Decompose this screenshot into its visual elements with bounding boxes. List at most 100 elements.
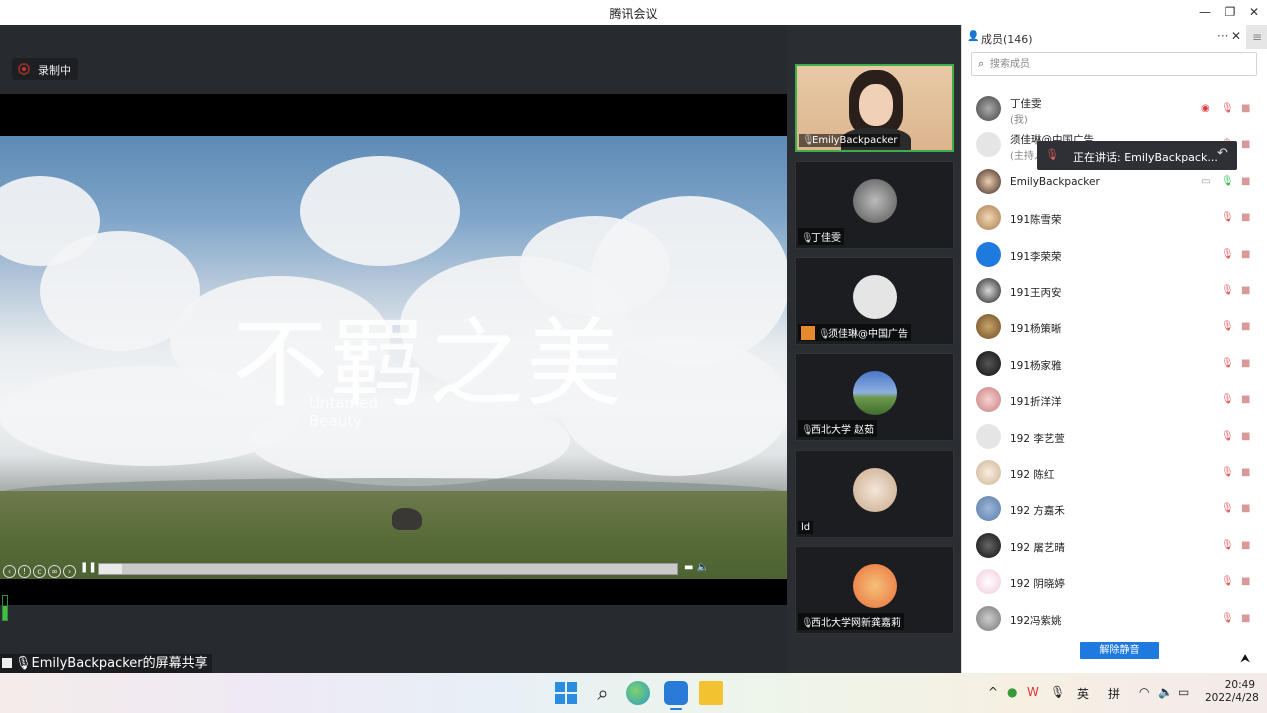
- camera-off-icon[interactable]: ■: [1241, 248, 1250, 262]
- yak-figure: [392, 508, 422, 530]
- microphone-muted-icon[interactable]: 🎙: [1221, 284, 1234, 298]
- member-name: 192 陈红: [1010, 469, 1055, 481]
- microphone-muted-icon[interactable]: 🎙: [1221, 357, 1234, 371]
- member-status-icons: 🎙 ■: [1201, 612, 1257, 626]
- list-item[interactable]: 191折洋洋 🎙 ■: [962, 382, 1267, 418]
- volume-icon[interactable]: 🔈: [697, 562, 709, 573]
- system-clock[interactable]: 20:49 2022/4/28: [1205, 679, 1259, 705]
- player-controls: ‹ ! c ∞ › ❚❚ ▬ 🔈: [0, 559, 787, 579]
- comment-icon[interactable]: ▬: [684, 562, 693, 573]
- warning-icon[interactable]: !: [18, 565, 31, 578]
- ellipsis-icon[interactable]: ···: [1217, 29, 1228, 43]
- thumbnail-tile[interactable]: 🎙西北大学网新龚嘉莉: [795, 546, 954, 634]
- microphone-muted-icon: 🎙: [1045, 148, 1059, 161]
- ime-pinyin[interactable]: 拼: [1108, 685, 1120, 702]
- microphone-muted-icon[interactable]: 🎙: [1221, 502, 1234, 516]
- list-item[interactable]: 192 陈红 🎙 ■: [962, 455, 1267, 491]
- title-bar: 腾讯会议 — ❐ ✕: [0, 0, 1267, 25]
- menu-icon[interactable]: ≡: [1246, 25, 1267, 49]
- camera-off-icon[interactable]: ■: [1241, 138, 1250, 152]
- close-icon[interactable]: ✕: [1231, 29, 1241, 43]
- shared-video[interactable]: 不羁之美 Untamed Beauty: [0, 136, 787, 579]
- microphone-muted-icon[interactable]: 🎙: [1221, 248, 1234, 262]
- windows-start-icon[interactable]: [554, 681, 578, 705]
- recording-indicator[interactable]: 录制中: [12, 58, 78, 80]
- camera-off-icon[interactable]: ■: [1241, 284, 1250, 298]
- microphone-muted-icon[interactable]: 🎙: [1221, 393, 1234, 407]
- member-name: 丁佳雯: [1010, 98, 1042, 110]
- camera-off-icon[interactable]: ■: [1241, 539, 1250, 553]
- member-search[interactable]: ⌕: [971, 52, 1257, 76]
- avatar: [853, 564, 897, 608]
- avatar: [976, 387, 1001, 412]
- camera-off-icon[interactable]: ■: [1241, 393, 1250, 407]
- reply-icon[interactable]: ↶: [1217, 146, 1228, 161]
- file-explorer-icon[interactable]: [699, 681, 723, 705]
- camera-off-icon[interactable]: ■: [1241, 211, 1250, 225]
- microphone-muted-icon[interactable]: 🎙: [1221, 612, 1234, 626]
- list-item[interactable]: 丁佳雯 (我) ◉ 🎙 ■: [962, 91, 1267, 127]
- thumbnail-tile[interactable]: 🎙须佳琳@中国广告: [795, 257, 954, 345]
- caption-icon[interactable]: c: [33, 565, 46, 578]
- tencent-meeting-icon[interactable]: [664, 681, 688, 710]
- ime-english[interactable]: 英: [1077, 685, 1089, 702]
- search-icon[interactable]: ⌕: [591, 681, 615, 705]
- rewind-icon[interactable]: ‹: [3, 565, 16, 578]
- microphone-muted-icon[interactable]: 🎙: [1221, 430, 1234, 444]
- loop-icon[interactable]: ∞: [48, 565, 61, 578]
- audio-level-meter: [2, 595, 8, 621]
- thumbnail-tile[interactable]: ld: [795, 450, 954, 538]
- wps-icon[interactable]: W: [1027, 685, 1039, 699]
- list-item[interactable]: 192 屠艺晴 🎙 ■: [962, 528, 1267, 564]
- camera-off-icon[interactable]: ■: [1241, 175, 1250, 189]
- member-name: 191杨策晰: [1010, 323, 1062, 335]
- record-icon: ◉: [1201, 103, 1210, 114]
- list-item[interactable]: 191陈雪荣 🎙 ■: [962, 200, 1267, 236]
- video-progress-bar[interactable]: [98, 563, 678, 575]
- unmute-all-button[interactable]: 解除静音: [1080, 642, 1159, 659]
- forward-icon[interactable]: ›: [63, 565, 76, 578]
- camera-off-icon[interactable]: ■: [1241, 466, 1250, 480]
- list-item[interactable]: 191杨家雅 🎙 ■: [962, 346, 1267, 382]
- microphone-muted-icon[interactable]: 🎙: [1221, 575, 1234, 589]
- member-name: 191陈雪荣: [1010, 214, 1062, 226]
- list-item[interactable]: 192 李艺萱 🎙 ■: [962, 419, 1267, 455]
- camera-off-icon[interactable]: ■: [1241, 502, 1250, 516]
- list-item[interactable]: 192冯紫姚 🎙 ■: [962, 601, 1267, 637]
- microphone-icon[interactable]: 🎙: [1221, 175, 1234, 189]
- chevron-up-icon[interactable]: ^: [988, 685, 998, 699]
- search-input[interactable]: [990, 56, 1250, 72]
- minimize-button[interactable]: —: [1196, 4, 1214, 20]
- microphone-muted-icon: 🎙: [801, 618, 814, 629]
- battery-icon[interactable]: ▭: [1178, 685, 1189, 699]
- list-item[interactable]: 191杨策晰 🎙 ■: [962, 309, 1267, 345]
- close-window-button[interactable]: ✕: [1245, 4, 1263, 20]
- camera-off-icon[interactable]: ■: [1241, 357, 1250, 371]
- browser-icon[interactable]: [626, 681, 650, 705]
- microphone-muted-icon[interactable]: 🎙: [1221, 539, 1234, 553]
- camera-off-icon[interactable]: ■: [1241, 102, 1250, 116]
- microphone-muted-icon[interactable]: 🎙: [1221, 211, 1234, 225]
- camera-off-icon[interactable]: ■: [1241, 612, 1250, 626]
- microphone-muted-icon[interactable]: 🎙: [1221, 102, 1234, 116]
- member-name: EmilyBackpacker: [1010, 176, 1100, 188]
- thumbnail-tile[interactable]: 🎙西北大学 赵茹: [795, 353, 954, 441]
- restore-button[interactable]: ❐: [1221, 4, 1239, 20]
- list-item[interactable]: 191李荣荣 🎙 ■: [962, 237, 1267, 273]
- list-item[interactable]: 192 方嘉禾 🎙 ■: [962, 491, 1267, 527]
- thumbnail-tile[interactable]: 🎙丁佳雯: [795, 161, 954, 249]
- wifi-icon[interactable]: ◠: [1139, 685, 1149, 699]
- shared-screen-area: 录制中 不羁之美 Untamed Beauty ‹ ! c ∞ › ❚❚ ▬ 🔈: [0, 25, 787, 673]
- camera-off-icon[interactable]: ■: [1241, 430, 1250, 444]
- list-item[interactable]: 191王丙安 🎙 ■: [962, 273, 1267, 309]
- microphone-muted-icon[interactable]: 🎙: [1221, 466, 1234, 480]
- volume-icon[interactable]: 🔈: [1158, 685, 1173, 699]
- thumbnail-tile[interactable]: 🎙EmilyBackpacker: [795, 64, 954, 152]
- microphone-muted-icon[interactable]: 🎙: [1221, 320, 1234, 334]
- list-item[interactable]: 192 阴晓婷 🎙 ■: [962, 564, 1267, 600]
- camera-off-icon[interactable]: ■: [1241, 575, 1250, 589]
- microphone-icon[interactable]: 🎙: [1050, 685, 1065, 699]
- app-tray-icon[interactable]: ●: [1007, 685, 1017, 699]
- camera-off-icon[interactable]: ■: [1241, 320, 1250, 334]
- pause-icon[interactable]: ❚❚: [80, 562, 97, 573]
